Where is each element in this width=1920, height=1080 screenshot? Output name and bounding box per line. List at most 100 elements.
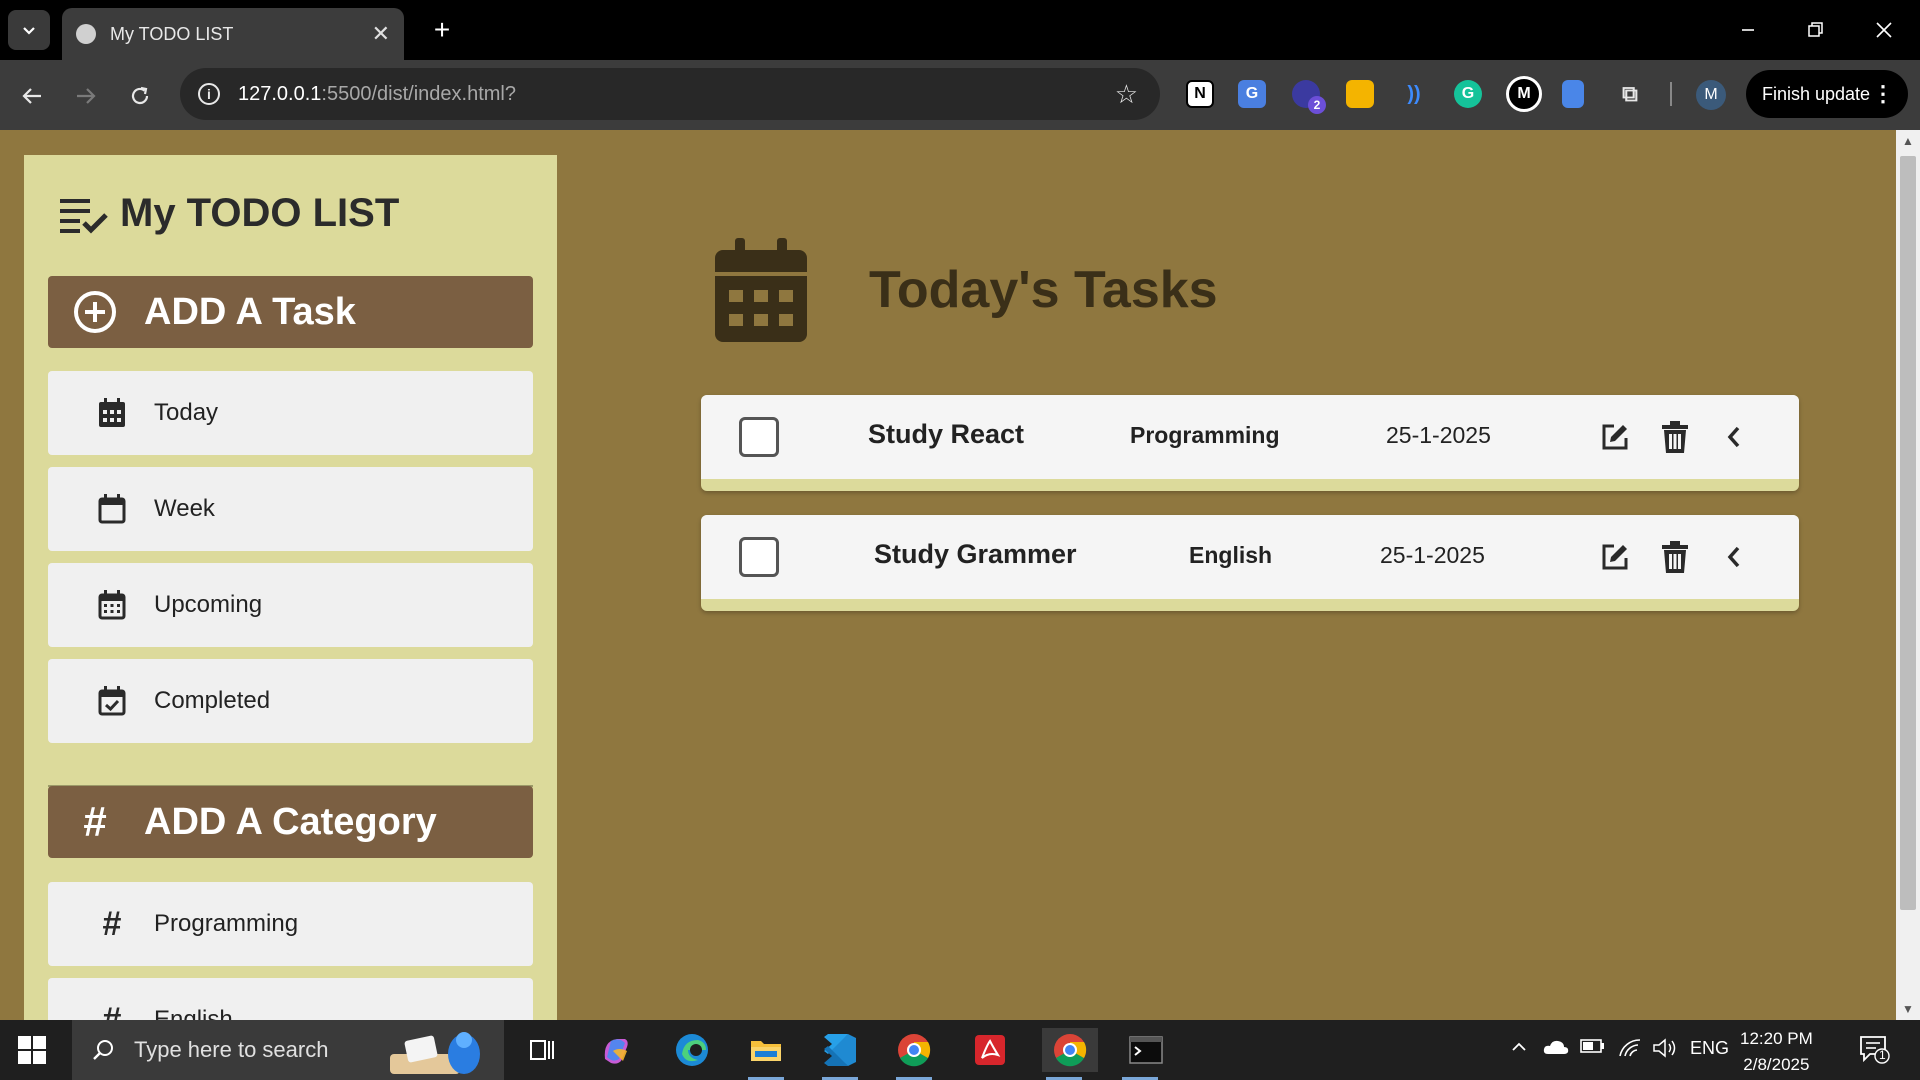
taskbar-copilot[interactable] (594, 1028, 638, 1072)
category-item-english[interactable]: # English (48, 978, 533, 1020)
edit-button[interactable] (1598, 419, 1632, 455)
page-scrollbar[interactable]: ▲ ▼ (1896, 130, 1920, 1020)
task-view-button[interactable] (520, 1028, 564, 1072)
notion-extension-icon[interactable]: N (1186, 80, 1214, 108)
add-category-label: ADD A Category (144, 800, 437, 843)
keep-extension-icon[interactable] (1346, 80, 1374, 108)
tab-search-button[interactable] (8, 10, 50, 50)
restore-icon (1808, 22, 1823, 37)
medium-extension-icon[interactable]: M (1506, 76, 1542, 112)
delete-button[interactable] (1658, 539, 1692, 575)
task-checkbox[interactable] (739, 537, 779, 577)
restore-button[interactable] (1788, 10, 1844, 50)
taskbar-chrome-active[interactable] (1042, 1028, 1098, 1080)
notification-center-button[interactable]: 1 (1858, 1034, 1890, 1064)
task-card: Study React Programming 25-1-2025 (701, 395, 1799, 491)
edit-icon (1602, 424, 1628, 450)
reload-button[interactable] (120, 76, 160, 116)
search-highlight-illustration (390, 1032, 480, 1074)
edit-button[interactable] (1598, 539, 1632, 575)
taskbar-edge[interactable] (670, 1028, 714, 1072)
chevron-left-icon (1727, 546, 1740, 568)
nav-item-today[interactable]: Today (48, 371, 533, 455)
add-task-label: ADD A Task (144, 290, 356, 333)
close-icon[interactable]: ✕ (372, 21, 390, 47)
folder-icon (751, 1041, 781, 1061)
medium-initial: M (1517, 85, 1531, 102)
task-card: Study Grammer English 25-1-2025 (701, 515, 1799, 611)
extension-badge-icon[interactable]: 2 (1292, 80, 1326, 114)
bookmark-star-icon[interactable]: ☆ (1115, 79, 1138, 110)
minimize-button[interactable] (1720, 10, 1776, 50)
language-indicator[interactable]: ENG (1690, 1038, 1729, 1059)
app-title: My TODO LIST (58, 191, 399, 236)
arrow-right-icon (77, 88, 96, 104)
category-label-english: English (154, 1006, 233, 1020)
task-name: Study Grammer (874, 539, 1077, 569)
trash-icon (1662, 541, 1688, 573)
category-label-programming: Programming (154, 910, 299, 937)
taskbar-vscode[interactable] (818, 1028, 862, 1080)
taskbar-clock[interactable]: 12:20 PM 2/8/2025 (1740, 1026, 1813, 1078)
file-extension-icon[interactable] (1562, 80, 1584, 108)
browser-tab[interactable]: My TODO LIST ✕ (62, 8, 404, 60)
taskbar-terminal[interactable] (1118, 1028, 1174, 1080)
expand-button[interactable] (1717, 539, 1751, 575)
browser-tabstrip: My TODO LIST ✕ + (0, 0, 1920, 60)
back-button[interactable] (12, 76, 52, 116)
toolbar-separator (1670, 82, 1672, 106)
terminal-icon (1129, 1036, 1163, 1064)
windows-taskbar: Type here to search ENG 12:20 PM 2/8/202… (0, 1020, 1920, 1080)
task-view-icon (530, 1040, 554, 1060)
delete-button[interactable] (1658, 419, 1692, 455)
extension-badge: 2 (1308, 96, 1326, 114)
taskbar-search[interactable]: Type here to search (72, 1020, 504, 1080)
calendar-large-icon (715, 238, 807, 342)
scroll-down-icon[interactable]: ▼ (1896, 1002, 1920, 1016)
calendar-week-icon (98, 494, 126, 524)
nav-item-upcoming[interactable]: Upcoming (48, 563, 533, 647)
new-tab-button[interactable]: + (424, 12, 460, 48)
profile-avatar[interactable]: M (1696, 80, 1726, 110)
start-button[interactable] (18, 1036, 46, 1064)
clock-date: 2/8/2025 (1743, 1055, 1810, 1074)
onedrive-cloud-icon[interactable] (1542, 1038, 1570, 1061)
finish-update-label: Finish update (1762, 83, 1871, 104)
volume-icon[interactable] (1652, 1038, 1678, 1063)
search-placeholder: Type here to search (134, 1037, 329, 1062)
finish-update-button[interactable]: Finish update ⋮ (1746, 70, 1908, 118)
trash-icon (1662, 421, 1688, 453)
battery-icon[interactable] (1580, 1038, 1606, 1059)
app-title-text: My TODO LIST (120, 191, 400, 235)
hash-icon: # (102, 904, 122, 943)
taskbar-file-explorer[interactable] (744, 1028, 788, 1080)
chevron-down-icon (23, 27, 35, 35)
read-aloud-extension-icon[interactable]: )) (1400, 80, 1428, 108)
wifi-icon[interactable] (1618, 1038, 1642, 1063)
task-checkbox[interactable] (739, 417, 779, 457)
taskbar-chrome[interactable] (892, 1028, 936, 1080)
nav-item-completed[interactable]: Completed (48, 659, 533, 743)
address-bar[interactable]: i 127.0.0.1:5500/dist/index.html? ☆ (180, 68, 1160, 120)
tray-chevron-up-icon[interactable] (1510, 1038, 1528, 1061)
chrome-icon (1054, 1034, 1087, 1067)
extensions-puzzle-icon[interactable]: ⧉ (1616, 80, 1644, 108)
category-item-programming[interactable]: # Programming (48, 882, 533, 966)
add-task-button[interactable]: ADD A Task (48, 276, 533, 348)
scrollbar-thumb[interactable] (1900, 156, 1916, 910)
expand-button[interactable] (1717, 419, 1751, 455)
add-category-button[interactable]: # ADD A Category (48, 786, 533, 858)
close-window-button[interactable] (1856, 10, 1912, 50)
grammarly-extension-icon[interactable]: G (1454, 80, 1482, 108)
forward-button[interactable] (66, 76, 106, 116)
translate-extension-icon[interactable]: G (1238, 80, 1266, 108)
hash-icon: # (102, 1000, 122, 1021)
page-title: Today's Tasks (869, 261, 1218, 319)
taskbar-acrobat[interactable] (968, 1028, 1012, 1072)
scroll-up-icon[interactable]: ▲ (1896, 134, 1920, 148)
task-card-body: Study React Programming 25-1-2025 (701, 395, 1799, 479)
nav-item-week[interactable]: Week (48, 467, 533, 551)
calendar-check-icon (98, 686, 126, 716)
nav-label-today: Today (154, 399, 219, 426)
site-info-icon[interactable]: i (198, 83, 220, 105)
